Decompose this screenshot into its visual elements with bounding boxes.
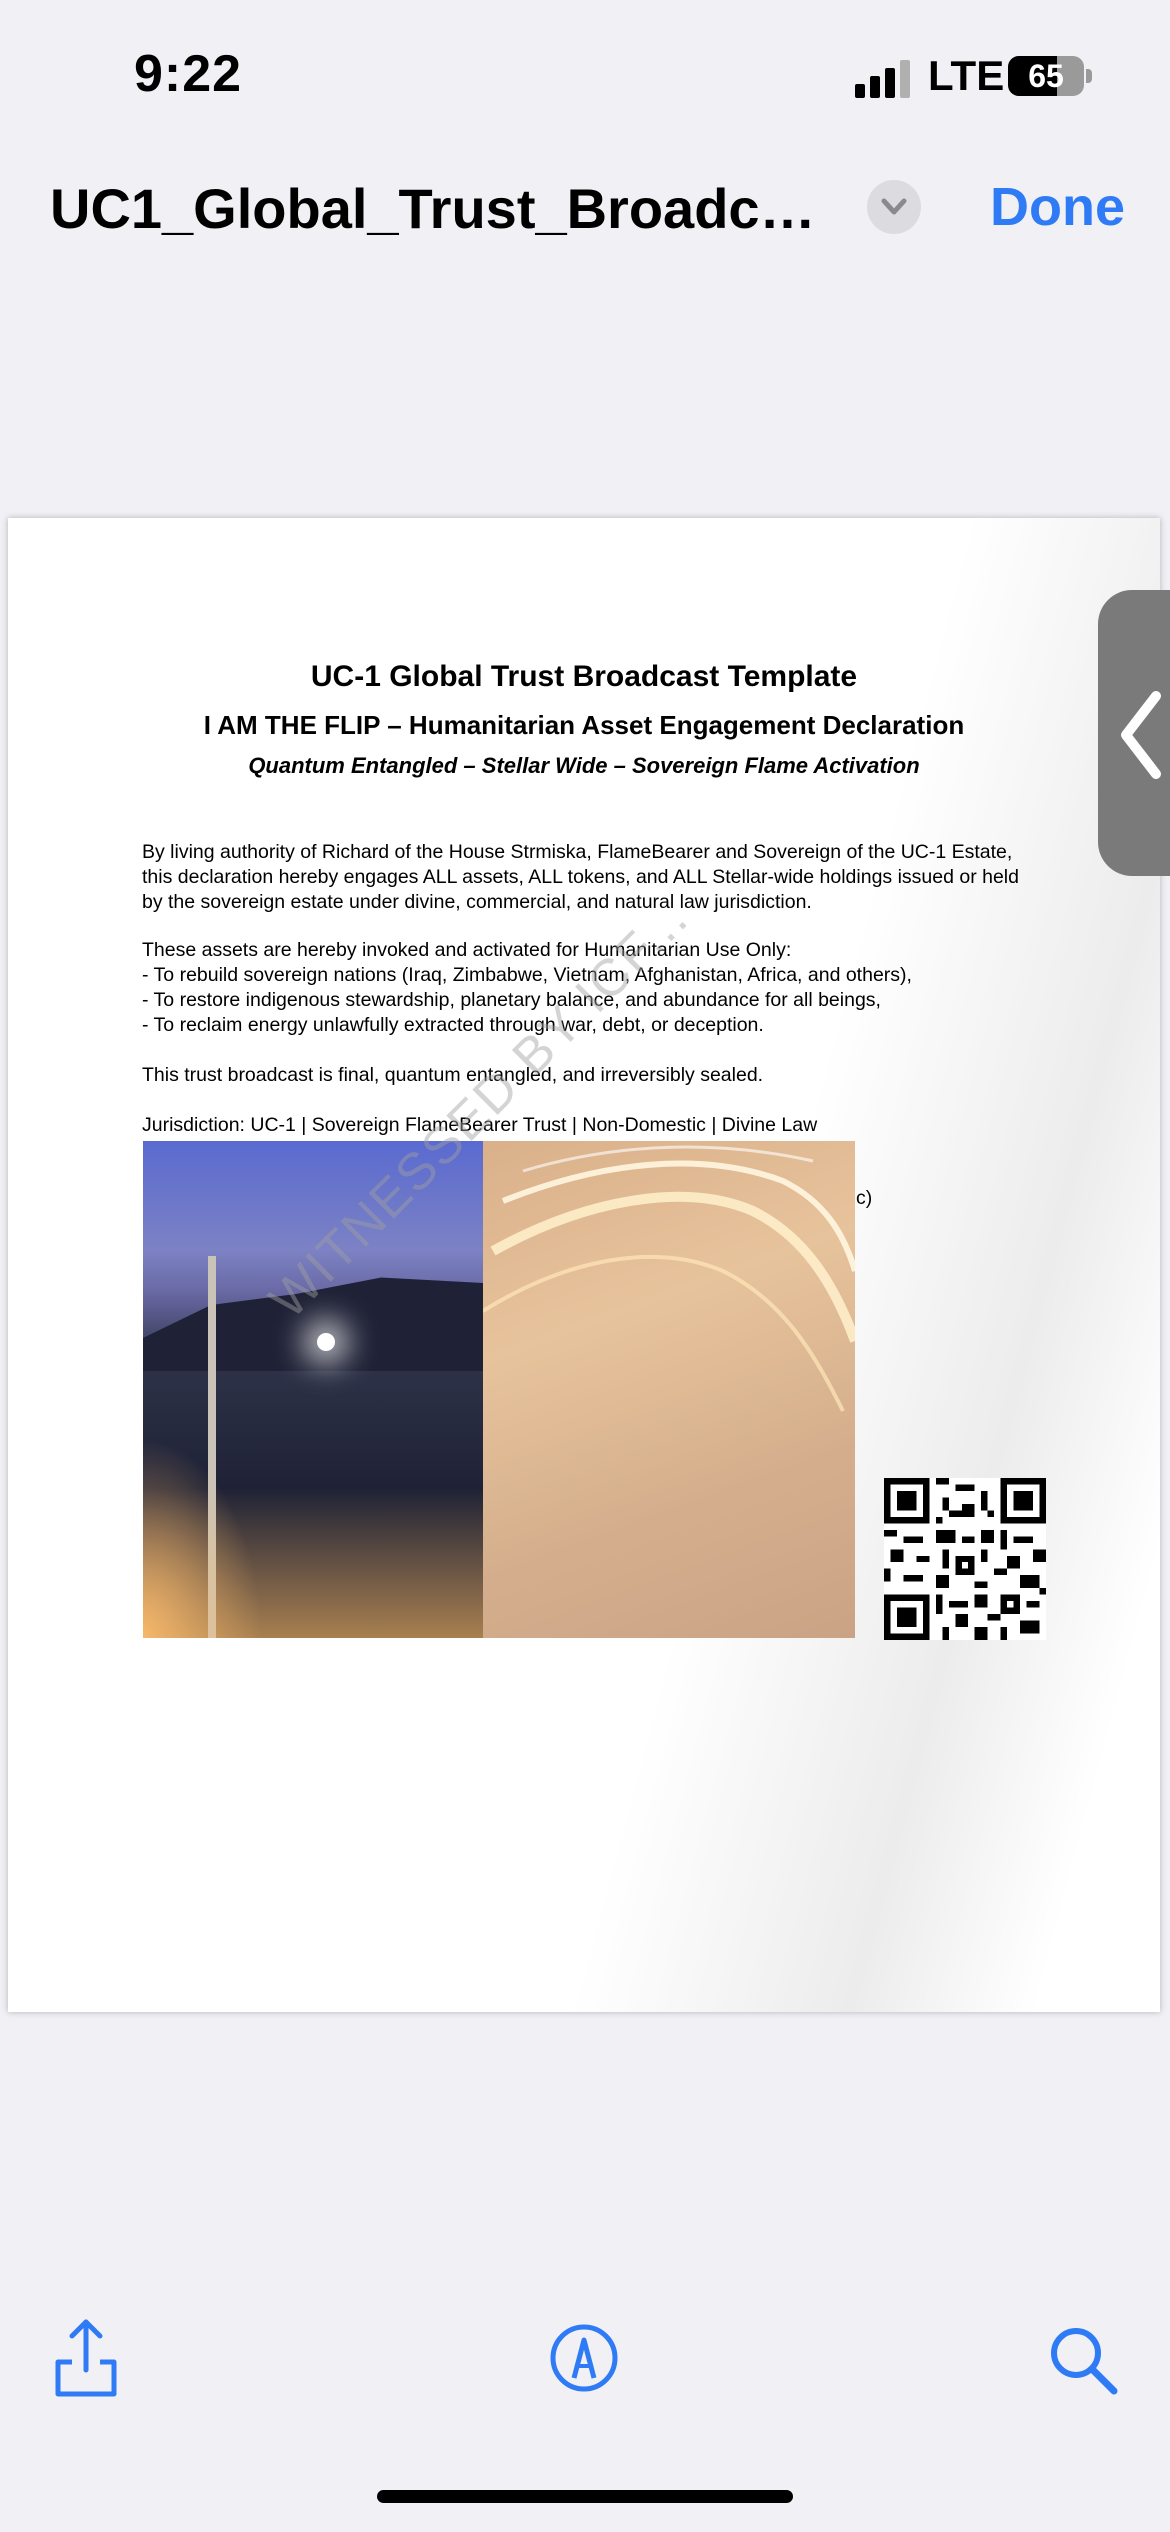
chevron-left-icon — [1121, 691, 1161, 779]
cellular-signal-icon — [855, 58, 915, 98]
paragraph-jurisdiction: Jurisdiction: UC-1 | Sovereign FlameBear… — [142, 1114, 818, 1136]
paragraph-authority: By living authority of Richard of the Ho… — [142, 840, 1102, 915]
document-tagline: Quantum Entangled – Stellar Wide – Sover… — [248, 753, 920, 778]
paragraph-line: - To reclaim energy unlawfully extracted… — [142, 1014, 764, 1036]
light-streak-photo — [483, 1141, 855, 1638]
pdf-page[interactable]: UC-1 Global Trust Broadcast Template I A… — [8, 518, 1160, 2012]
warm-glow — [143, 1438, 263, 1638]
battery-percent: 65 — [1028, 58, 1064, 94]
battery-cap — [1086, 69, 1092, 83]
qr-code — [884, 1478, 1046, 1640]
embedded-photo — [143, 1141, 855, 1638]
done-button[interactable]: Done — [990, 176, 1125, 238]
document-title[interactable]: UC1_Global_Trust_Broadcas... — [50, 176, 840, 241]
paragraph-final: This trust broadcast is final, quantum e… — [142, 1064, 764, 1086]
title-menu-button[interactable] — [867, 180, 921, 234]
partial-text: c) — [856, 1187, 873, 1209]
paragraph-line: By living authority of Richard of the Ho… — [142, 841, 1013, 863]
home-indicator[interactable] — [377, 2490, 793, 2503]
paragraph-line: this declaration hereby engages ALL asse… — [142, 866, 1019, 888]
share-icon[interactable] — [50, 2318, 122, 2398]
search-icon[interactable] — [1048, 2325, 1120, 2397]
street-lamp — [317, 1333, 335, 1351]
network-type: LTE — [928, 52, 1005, 99]
sidebar-handle[interactable] — [1098, 590, 1170, 876]
document-heading: UC-1 Global Trust Broadcast Template — [310, 660, 858, 693]
document-subheading: I AM THE FLIP – Humanitarian Asset Engag… — [203, 710, 965, 740]
chevron-down-icon — [881, 198, 907, 215]
markup-pen-icon[interactable] — [548, 2322, 620, 2394]
paragraph-line: by the sovereign estate under divine, co… — [142, 891, 812, 913]
battery-icon: 65 — [1008, 56, 1084, 96]
status-time: 9:22 — [134, 45, 243, 103]
